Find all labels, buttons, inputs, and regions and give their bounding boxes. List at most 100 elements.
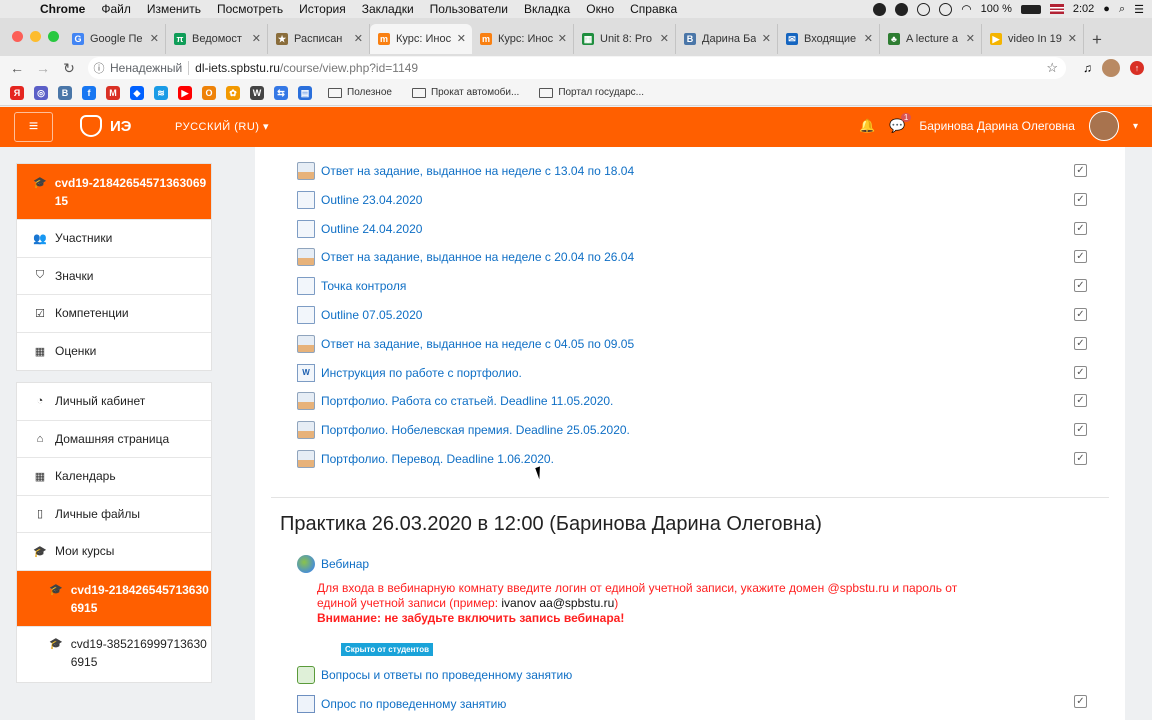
activity-link[interactable]: Портфолио. Перевод. Deadline 1.06.2020. — [321, 452, 554, 466]
completion-checkbox[interactable]: ✓ — [1074, 452, 1087, 465]
info-icon[interactable] — [917, 2, 931, 16]
activity-link[interactable]: Ответ на задание, выданное на неделе с 2… — [321, 250, 634, 264]
completion-checkbox[interactable]: ✓ — [1074, 164, 1087, 177]
drawer-site-item-5[interactable]: 🎓 Мои курсы — [17, 533, 211, 571]
menu-9[interactable]: Справка — [622, 2, 685, 16]
activity-link[interactable]: Портфолио. Работа со статьей. Deadline 1… — [321, 394, 613, 408]
browser-tab[interactable]: ▦ Unit 8: Pro ✕ — [574, 24, 676, 54]
webinar-activity[interactable]: Вебинар — [297, 555, 369, 573]
tab-close-icon[interactable]: ✕ — [966, 32, 975, 45]
activity-link[interactable]: Точка контроля — [321, 279, 406, 293]
translate-icon[interactable]: ⇆ — [274, 85, 288, 100]
activity-link[interactable]: Ответ на задание, выданное на неделе с 0… — [321, 337, 634, 351]
drawer-site-item-3[interactable]: ▦ Календарь — [17, 458, 211, 496]
activity-link[interactable]: Outline 23.04.2020 — [321, 193, 422, 207]
activity-item[interactable]: Outline 24.04.2020 — [297, 219, 422, 238]
completion-checkbox[interactable]: ✓ — [1074, 695, 1087, 708]
reload-button[interactable]: ↻ — [56, 60, 82, 77]
notification-center-icon[interactable]: ☰ — [1134, 3, 1144, 16]
vk-icon[interactable]: B — [58, 85, 72, 100]
completion-checkbox[interactable]: ✓ — [1074, 423, 1087, 437]
activity-link[interactable]: Outline 24.04.2020 — [321, 222, 422, 236]
activity-link[interactable]: Инструкция по работе с портфолио. — [321, 366, 522, 380]
yandex-icon[interactable]: Я — [10, 85, 24, 100]
forward-button[interactable]: → — [30, 60, 56, 76]
chrome-web-icon[interactable]: ✿ — [226, 85, 240, 100]
tab-close-icon[interactable]: ✕ — [660, 32, 669, 45]
browser-tab[interactable]: ★ Расписан ✕ — [268, 24, 370, 54]
activity-link[interactable]: Опрос по проведенному занятию — [321, 697, 506, 711]
activity-item[interactable]: W Инструкция по работе с портфолио. — [297, 363, 522, 382]
messages-icon[interactable]: 💬 1 — [889, 113, 912, 134]
tab-close-icon[interactable]: ✕ — [457, 32, 466, 45]
completion-checkbox[interactable]: ✓ — [1074, 192, 1087, 206]
browser-tab[interactable]: ♣ A lecture a ✕ — [880, 24, 982, 54]
my-course-item[interactable]: 🎓 cvd19-3852169997136306915 — [17, 627, 211, 682]
back-button[interactable]: ← — [4, 60, 30, 76]
wifi-icon[interactable]: ◠ — [961, 2, 971, 16]
fullscreen-window-button[interactable] — [48, 31, 59, 42]
update-icon[interactable]: ↑ — [1130, 61, 1144, 75]
browser-tab[interactable]: ✉ Входящие ✕ — [778, 24, 880, 54]
completion-checkbox[interactable]: ✓ — [1074, 250, 1087, 264]
activity-link[interactable]: Портфолио. Нобелевская премия. Deadline … — [321, 423, 630, 437]
app-status-icon[interactable] — [895, 2, 909, 16]
drawer-toggle-button[interactable]: ≡ — [14, 112, 53, 142]
user-avatar[interactable] — [1088, 111, 1119, 141]
drawer-item-2[interactable]: ⛉ Значки — [17, 258, 211, 295]
menu-3[interactable]: Посмотреть — [209, 2, 291, 16]
drawer-item-4[interactable]: ▦ Оценки — [17, 333, 211, 371]
activity-link[interactable]: Ответ на задание, выданное на неделе с 1… — [321, 164, 634, 178]
tab-close-icon[interactable]: ✕ — [762, 32, 771, 45]
user-name[interactable]: Баринова Дарина Олеговна — [919, 119, 1075, 133]
facebook-icon[interactable]: f — [82, 85, 96, 100]
tab-close-icon[interactable]: ✕ — [1068, 32, 1077, 45]
browser-tab[interactable]: ▶ video In 19 ✕ — [982, 24, 1084, 54]
browser-tab[interactable]: π Ведомост ✕ — [166, 24, 268, 54]
tab-close-icon[interactable]: ✕ — [354, 32, 363, 45]
activity-link[interactable]: Outline 07.05.2020 — [321, 308, 422, 322]
wikipedia-icon[interactable]: W — [250, 85, 264, 100]
profile-avatar[interactable] — [1102, 59, 1120, 77]
docs-icon[interactable]: ▤ — [298, 85, 312, 100]
menu-8[interactable]: Окно — [578, 2, 622, 16]
notifications-bell-icon[interactable]: 🔔 — [859, 118, 875, 134]
course-home-link[interactable]: 🎓 cvd19-2184265457136306915 — [17, 164, 211, 220]
skype-icon[interactable] — [939, 2, 953, 16]
wifi-app-icon[interactable]: ≋ — [154, 85, 168, 100]
creative-cloud-icon[interactable] — [873, 2, 887, 16]
app-icon[interactable]: ◎ — [34, 85, 48, 100]
tab-close-icon[interactable]: ✕ — [558, 32, 567, 45]
minimize-window-button[interactable] — [30, 31, 41, 42]
quiz-activity[interactable]: Опрос по проведенному занятию — [297, 695, 506, 713]
completion-checkbox[interactable]: ✓ — [1074, 221, 1087, 235]
flag-icon[interactable] — [1049, 4, 1064, 14]
site-brand[interactable]: ИЭ — [80, 115, 131, 137]
menu-6[interactable]: Пользователи — [422, 2, 516, 16]
close-window-button[interactable] — [12, 31, 23, 42]
activity-item[interactable]: Портфолио. Нобелевская премия. Deadline … — [297, 421, 630, 440]
user-icon[interactable]: ● — [1103, 3, 1110, 15]
browser-tab[interactable]: B Дарина Ба ✕ — [676, 24, 778, 54]
language-menu[interactable]: РУССКИЙ (RU) ▾ — [175, 120, 269, 133]
user-menu-chevron-icon[interactable]: ▾ — [1133, 121, 1138, 132]
activity-item[interactable]: Портфолио. Перевод. Deadline 1.06.2020. — [297, 450, 554, 468]
drawer-site-item-4[interactable]: ▯ Личные файлы — [17, 496, 211, 533]
drawer-site-item-2[interactable]: ⌂ Домашняя страница — [17, 421, 211, 458]
activity-item[interactable]: Ответ на задание, выданное на неделе с 2… — [297, 248, 634, 267]
completion-checkbox[interactable]: ✓ — [1074, 394, 1087, 408]
menu-7[interactable]: Вкладка — [516, 2, 578, 16]
tab-close-icon[interactable]: ✕ — [150, 32, 159, 45]
battery-label[interactable]: 100 % — [981, 3, 1012, 15]
browser-tab[interactable]: m Курс: Инос ✕ — [370, 24, 472, 54]
media-control-icon[interactable]: ♫ — [1083, 61, 1092, 75]
site-info-icon[interactable]: ⓘ — [88, 60, 110, 76]
bookmark-folder[interactable]: Прокат автомоби... — [411, 87, 519, 98]
activity-item[interactable]: Точка контроля — [297, 277, 406, 296]
menu-4[interactable]: История — [291, 2, 354, 16]
menu-5[interactable]: Закладки — [354, 2, 422, 16]
completion-checkbox[interactable]: ✓ — [1074, 308, 1087, 321]
spotlight-icon[interactable]: ⌕ — [1119, 3, 1125, 16]
clock[interactable]: 2:02 — [1073, 3, 1094, 15]
drawer-item-1[interactable]: 👥 Участники — [17, 220, 211, 258]
